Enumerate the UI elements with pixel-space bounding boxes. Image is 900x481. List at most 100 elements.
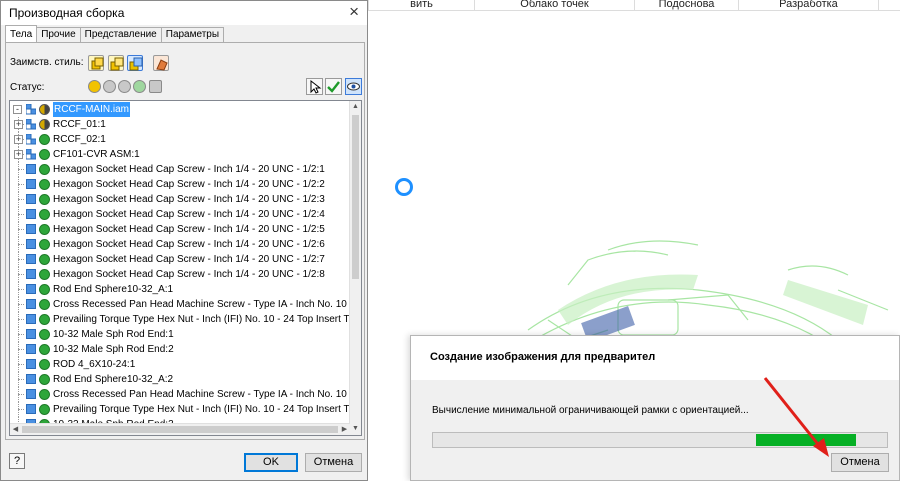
assembly-icon: [26, 149, 36, 160]
tree-row[interactable]: + RCCF_01:1: [10, 117, 350, 132]
tree-row[interactable]: Hexagon Socket Head Cap Screw - Inch 1/4…: [10, 267, 350, 282]
tree-row[interactable]: Prevailing Torque Type Hex Nut - Inch (I…: [10, 402, 361, 417]
component-tree[interactable]: - RCCF-MAIN.iam + RCCF_01:1 + RCCF_02:1 + CF101…: [9, 100, 362, 436]
include-status-icon[interactable]: [39, 179, 50, 190]
include-status-icon[interactable]: [39, 359, 50, 370]
tree-row-label: Rod End Sphere10-32_A:2: [53, 374, 174, 385]
tree-row-label: 10-32 Male Sph Rod End:2: [53, 344, 174, 355]
include-status-icon[interactable]: [39, 284, 50, 295]
tree-row-label: Cross Recessed Pan Head Machine Screw - …: [53, 389, 361, 400]
include-status-icon[interactable]: [39, 239, 50, 250]
subtract-status-icon[interactable]: [118, 80, 131, 93]
single-body-icon[interactable]: [88, 55, 104, 71]
ok-button[interactable]: OK: [244, 453, 298, 472]
tree-row-label: CF101-CVR ASM:1: [53, 149, 140, 160]
check-icon[interactable]: [325, 78, 342, 95]
dialog-titlebar[interactable]: Производная сборка ×: [1, 1, 367, 25]
cancel-button[interactable]: Отмена: [305, 453, 362, 472]
tree-row[interactable]: Hexagon Socket Head Cap Screw - Inch 1/4…: [10, 162, 350, 177]
select-cursor-icon[interactable]: [306, 78, 323, 95]
progress-cancel-button[interactable]: Отмена: [831, 453, 889, 472]
ribbon-tab-underlay[interactable]: Подоснова: [634, 0, 738, 11]
tree-row[interactable]: - RCCF-MAIN.iam: [10, 102, 350, 117]
scroll-thumb[interactable]: [352, 115, 359, 279]
include-status-icon[interactable]: [88, 80, 101, 93]
tree-row[interactable]: Hexagon Socket Head Cap Screw - Inch 1/4…: [10, 177, 350, 192]
expand-icon[interactable]: +: [14, 120, 23, 129]
progress-message: Вычисление минимальной ограничивающей ра…: [432, 405, 749, 416]
expand-icon[interactable]: +: [14, 150, 23, 159]
expand-icon[interactable]: +: [14, 135, 23, 144]
scroll-up-icon[interactable]: ▲: [350, 101, 361, 113]
part-icon: [26, 344, 36, 354]
scroll-left-icon[interactable]: ◀: [10, 424, 21, 435]
bounding-box-status-icon[interactable]: [149, 80, 162, 93]
partial-status-icon[interactable]: [39, 104, 50, 115]
scroll-right-icon[interactable]: ▶: [339, 424, 350, 435]
part-icon: [26, 389, 36, 399]
tree-vertical-scrollbar[interactable]: ▲ ▼: [349, 101, 361, 435]
tab-strip: Тела Прочие Представление Параметры: [5, 25, 225, 43]
surface-body-icon[interactable]: [153, 55, 169, 71]
tree-row[interactable]: 10-32 Male Sph Rod End:1: [10, 327, 350, 342]
style-label: Заимств. стиль:: [10, 57, 84, 68]
tab-bodies[interactable]: Тела: [5, 25, 38, 42]
hscroll-thumb[interactable]: [22, 426, 338, 433]
tree-row[interactable]: Hexagon Socket Head Cap Screw - Inch 1/4…: [10, 192, 350, 207]
body-merge-icon[interactable]: [108, 55, 124, 71]
tree-row[interactable]: 10-32 Male Sph Rod End:2: [10, 342, 350, 357]
tree-row[interactable]: Rod End Sphere10-32_A:2: [10, 372, 350, 387]
tree-row[interactable]: Hexagon Socket Head Cap Screw - Inch 1/4…: [10, 252, 350, 267]
visibility-eye-icon[interactable]: [345, 78, 362, 95]
solid-body-icon[interactable]: [127, 55, 143, 71]
include-status-icon[interactable]: [39, 314, 50, 325]
tree-horizontal-scrollbar[interactable]: ◀ ▶: [10, 423, 350, 435]
include-status-icon[interactable]: [39, 224, 50, 235]
tree-row-label: RCCF_01:1: [53, 119, 106, 130]
ribbon-tab-develop[interactable]: Разработка: [738, 0, 878, 11]
tree-row[interactable]: + RCCF_02:1: [10, 132, 350, 147]
tree-row[interactable]: + CF101-CVR ASM:1: [10, 147, 350, 162]
include-status-icon[interactable]: [39, 269, 50, 280]
collapse-icon[interactable]: -: [13, 105, 22, 114]
include-status-icon[interactable]: [39, 329, 50, 340]
include-status-icon[interactable]: [39, 149, 50, 160]
tree-row[interactable]: Cross Recessed Pan Head Machine Screw - …: [10, 297, 361, 312]
include-status-icon[interactable]: [39, 134, 50, 145]
include-status-icon[interactable]: [39, 404, 50, 415]
include-status-icon[interactable]: [39, 254, 50, 265]
include-status-icon[interactable]: [39, 389, 50, 400]
include-status-icon[interactable]: [39, 209, 50, 220]
include-status-icon[interactable]: [39, 374, 50, 385]
tree-row[interactable]: Hexagon Socket Head Cap Screw - Inch 1/4…: [10, 207, 350, 222]
include-status-icon[interactable]: [39, 299, 50, 310]
tree-row-label: RCCF_02:1: [53, 134, 106, 145]
include-status-icon[interactable]: [39, 194, 50, 205]
progress-title: Создание изображения для предварител: [430, 351, 656, 363]
tree-row[interactable]: Cross Recessed Pan Head Machine Screw - …: [10, 387, 361, 402]
tab-other[interactable]: Прочие: [36, 27, 81, 42]
tree-row[interactable]: Hexagon Socket Head Cap Screw - Inch 1/4…: [10, 237, 350, 252]
include-status-icon[interactable]: [39, 344, 50, 355]
ribbon-tab-partial[interactable]: вить: [368, 0, 474, 11]
tree-row-label: ROD 4_6X10-24:1: [53, 359, 136, 370]
part-icon: [26, 179, 36, 189]
tab-representation[interactable]: Представление: [79, 27, 162, 42]
include-status-icon[interactable]: [39, 164, 50, 175]
exclude-status-icon[interactable]: [103, 80, 116, 93]
tree-connector: [18, 162, 19, 177]
help-icon[interactable]: ?: [9, 453, 25, 469]
tree-connector: [18, 252, 19, 267]
dialog-title: Производная сборка: [9, 6, 125, 20]
tab-parameters[interactable]: Параметры: [160, 27, 225, 42]
tree-row[interactable]: Hexagon Socket Head Cap Screw - Inch 1/4…: [10, 222, 350, 237]
ribbon-tab-label: вить: [410, 0, 433, 10]
tree-row[interactable]: Prevailing Torque Type Hex Nut - Inch (I…: [10, 312, 361, 327]
intersect-status-icon[interactable]: [133, 80, 146, 93]
partial-status-icon[interactable]: [39, 119, 50, 130]
tree-row[interactable]: ROD 4_6X10-24:1: [10, 357, 350, 372]
tree-row[interactable]: Rod End Sphere10-32_A:1: [10, 282, 350, 297]
scroll-down-icon[interactable]: ▼: [350, 423, 361, 435]
ribbon-tab-point-cloud[interactable]: Облако точек: [474, 0, 634, 11]
close-icon[interactable]: ×: [349, 2, 359, 22]
